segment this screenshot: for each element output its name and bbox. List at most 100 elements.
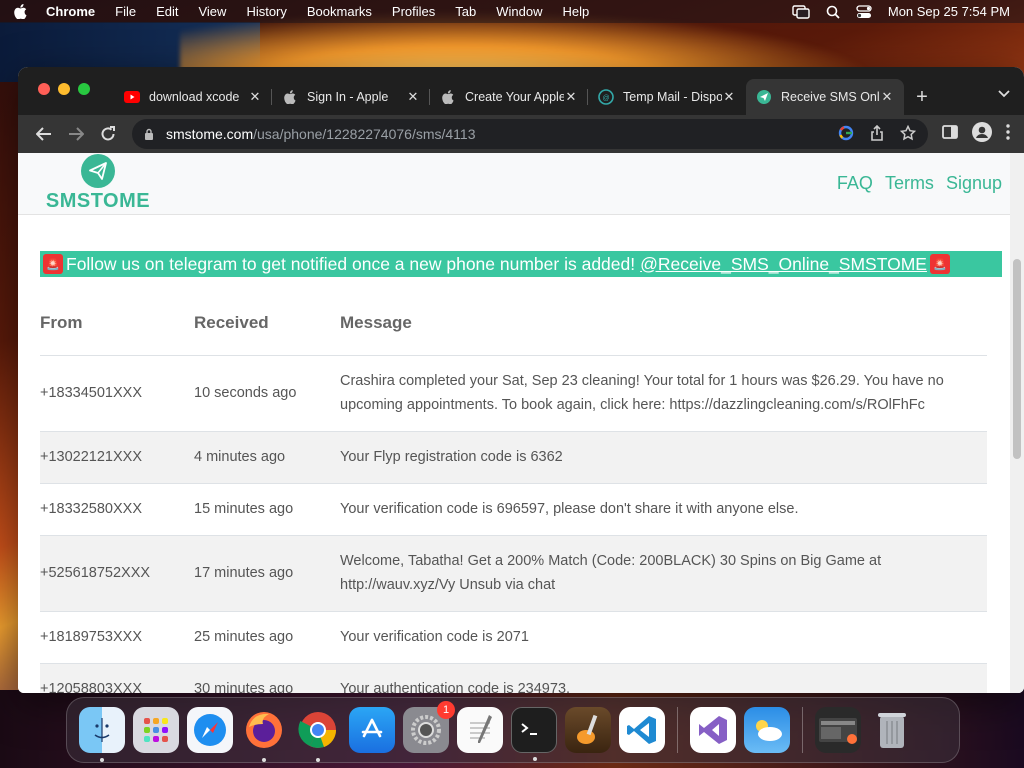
- site-nav: FAQ Terms Signup: [837, 173, 1002, 194]
- telegram-banner: 🚨 Follow us on telegram to get notified …: [40, 251, 1002, 277]
- weather-icon[interactable]: [744, 707, 790, 753]
- firefox-icon[interactable]: [241, 707, 287, 762]
- address-bar[interactable]: smstome.com/usa/phone/12282274076/sms/41…: [132, 119, 928, 149]
- finder-icon[interactable]: [79, 707, 125, 762]
- column-header-received: Received: [194, 291, 340, 356]
- telegram-channel-link[interactable]: @Receive_SMS_Online_SMSTOME: [640, 254, 927, 275]
- running-indicator: [100, 758, 104, 762]
- launchpad-icon[interactable]: [133, 707, 179, 753]
- svg-text:@: @: [602, 95, 609, 102]
- tab-apple-create[interactable]: Create Your Apple ✕: [430, 79, 588, 115]
- minimize-window-button[interactable]: [58, 83, 70, 95]
- safari-icon[interactable]: [187, 707, 233, 753]
- spotlight-search-icon[interactable]: [826, 5, 840, 19]
- tab-search-chevron-icon[interactable]: [998, 85, 1010, 103]
- reload-button[interactable]: [92, 118, 124, 150]
- smstome-icon: [756, 89, 772, 105]
- menu-history[interactable]: History: [246, 4, 286, 19]
- table-row: +525618752XXX 17 minutes ago Welcome, Ta…: [40, 535, 987, 612]
- close-window-button[interactable]: [38, 83, 50, 95]
- close-tab-icon[interactable]: ✕: [248, 89, 262, 105]
- tabs: download xcode ✕ Sign In - Apple ✕ Creat…: [114, 79, 940, 115]
- app-store-icon[interactable]: [349, 707, 395, 753]
- menu-app-chrome[interactable]: Chrome: [46, 4, 95, 19]
- control-center-icon[interactable]: [856, 4, 872, 19]
- screen-mirroring-icon[interactable]: [792, 4, 810, 19]
- banner-text: Follow us on telegram to get notified on…: [66, 253, 636, 274]
- tab-title: Create Your Apple: [465, 90, 564, 104]
- back-button[interactable]: [28, 118, 60, 150]
- nav-signup-link[interactable]: Signup: [946, 173, 1002, 194]
- tab-youtube[interactable]: download xcode ✕: [114, 79, 272, 115]
- nav-faq-link[interactable]: FAQ: [837, 173, 873, 194]
- tab-receive-sms[interactable]: Receive SMS Online ✕: [746, 79, 904, 115]
- menu-window[interactable]: Window: [496, 4, 542, 19]
- close-tab-icon[interactable]: ✕: [564, 89, 578, 105]
- nav-terms-link[interactable]: Terms: [885, 173, 934, 194]
- menubar-clock[interactable]: Mon Sep 25 7:54 PM: [888, 4, 1010, 19]
- tab-apple-signin[interactable]: Sign In - Apple ✕: [272, 79, 430, 115]
- sender-number: +18332580XXX: [40, 483, 194, 536]
- url-host: smstome.com: [166, 126, 254, 142]
- page-content: 🚨 Follow us on telegram to get notified …: [18, 215, 1024, 693]
- table-row: +13022121XXX 4 minutes ago Your Flyp reg…: [40, 431, 987, 484]
- message-text: Your verification code is 2071: [340, 611, 987, 664]
- menu-file[interactable]: File: [115, 4, 136, 19]
- table-row: +18332580XXX 15 minutes ago Your verific…: [40, 483, 987, 536]
- sms-messages-table: From Received Message +18334501XXX 10 se…: [40, 291, 987, 693]
- sender-number: +18189753XXX: [40, 611, 194, 664]
- close-tab-icon[interactable]: ✕: [406, 89, 420, 105]
- new-tab-button[interactable]: +: [904, 79, 940, 115]
- google-lens-icon[interactable]: [838, 125, 854, 144]
- chrome-icon[interactable]: [295, 707, 341, 762]
- window-controls: [38, 83, 90, 95]
- close-tab-icon[interactable]: ✕: [722, 89, 736, 105]
- chrome-window: download xcode ✕ Sign In - Apple ✕ Creat…: [18, 67, 1024, 693]
- apple-menu-icon[interactable]: [14, 4, 28, 20]
- table-header-row: From Received Message: [40, 291, 987, 356]
- terminal-icon[interactable]: [511, 707, 557, 761]
- menu-edit[interactable]: Edit: [156, 4, 178, 19]
- received-time: 4 minutes ago: [194, 431, 340, 484]
- apple-icon: [282, 89, 298, 105]
- tab-temp-mail[interactable]: @ Temp Mail - Disposable ✕: [588, 79, 746, 115]
- menu-bar: Chrome File Edit View History Bookmarks …: [0, 0, 1024, 23]
- trash-icon[interactable]: [869, 707, 915, 753]
- zoom-window-button[interactable]: [78, 83, 90, 95]
- message-text: Crashira completed your Sat, Sep 23 clea…: [340, 355, 987, 432]
- vscode-icon[interactable]: [619, 707, 665, 753]
- side-panel-icon[interactable]: [942, 124, 958, 144]
- sender-number: +525618752XXX: [40, 535, 194, 612]
- textedit-icon[interactable]: [457, 707, 503, 753]
- column-header-message: Message: [340, 291, 987, 356]
- menu-help[interactable]: Help: [563, 4, 590, 19]
- youtube-icon: [124, 89, 140, 105]
- paper-plane-icon: [81, 154, 115, 188]
- bookmark-star-icon[interactable]: [899, 124, 917, 144]
- menu-profiles[interactable]: Profiles: [392, 4, 435, 19]
- smstome-logo[interactable]: SMSTOME: [40, 154, 156, 213]
- recent-window-thumbnail-icon[interactable]: [815, 707, 861, 753]
- scrollbar-thumb[interactable]: [1013, 259, 1021, 459]
- menu-tab[interactable]: Tab: [455, 4, 476, 19]
- reload-icon: [101, 126, 115, 141]
- tab-strip: download xcode ✕ Sign In - Apple ✕ Creat…: [18, 67, 1024, 115]
- dock-divider: [802, 707, 803, 753]
- back-arrow-icon: [36, 127, 51, 141]
- message-text: Your verification code is 696597, please…: [340, 483, 987, 536]
- share-icon[interactable]: [870, 124, 884, 144]
- page-scrollbar[interactable]: [1010, 153, 1024, 693]
- close-tab-icon[interactable]: ✕: [880, 89, 894, 105]
- profile-avatar-icon[interactable]: [972, 121, 992, 147]
- garageband-icon[interactable]: [565, 707, 611, 753]
- system-settings-icon[interactable]: 1: [403, 701, 455, 753]
- more-options-icon[interactable]: [1006, 123, 1010, 145]
- menu-view[interactable]: View: [198, 4, 226, 19]
- column-header-from: From: [40, 291, 194, 356]
- visual-studio-icon[interactable]: [690, 707, 736, 753]
- lock-icon[interactable]: [144, 128, 154, 140]
- menu-bookmarks[interactable]: Bookmarks: [307, 4, 372, 19]
- running-indicator: [533, 757, 537, 761]
- forward-button[interactable]: [60, 118, 92, 150]
- browser-toolbar: smstome.com/usa/phone/12282274076/sms/41…: [18, 115, 1024, 153]
